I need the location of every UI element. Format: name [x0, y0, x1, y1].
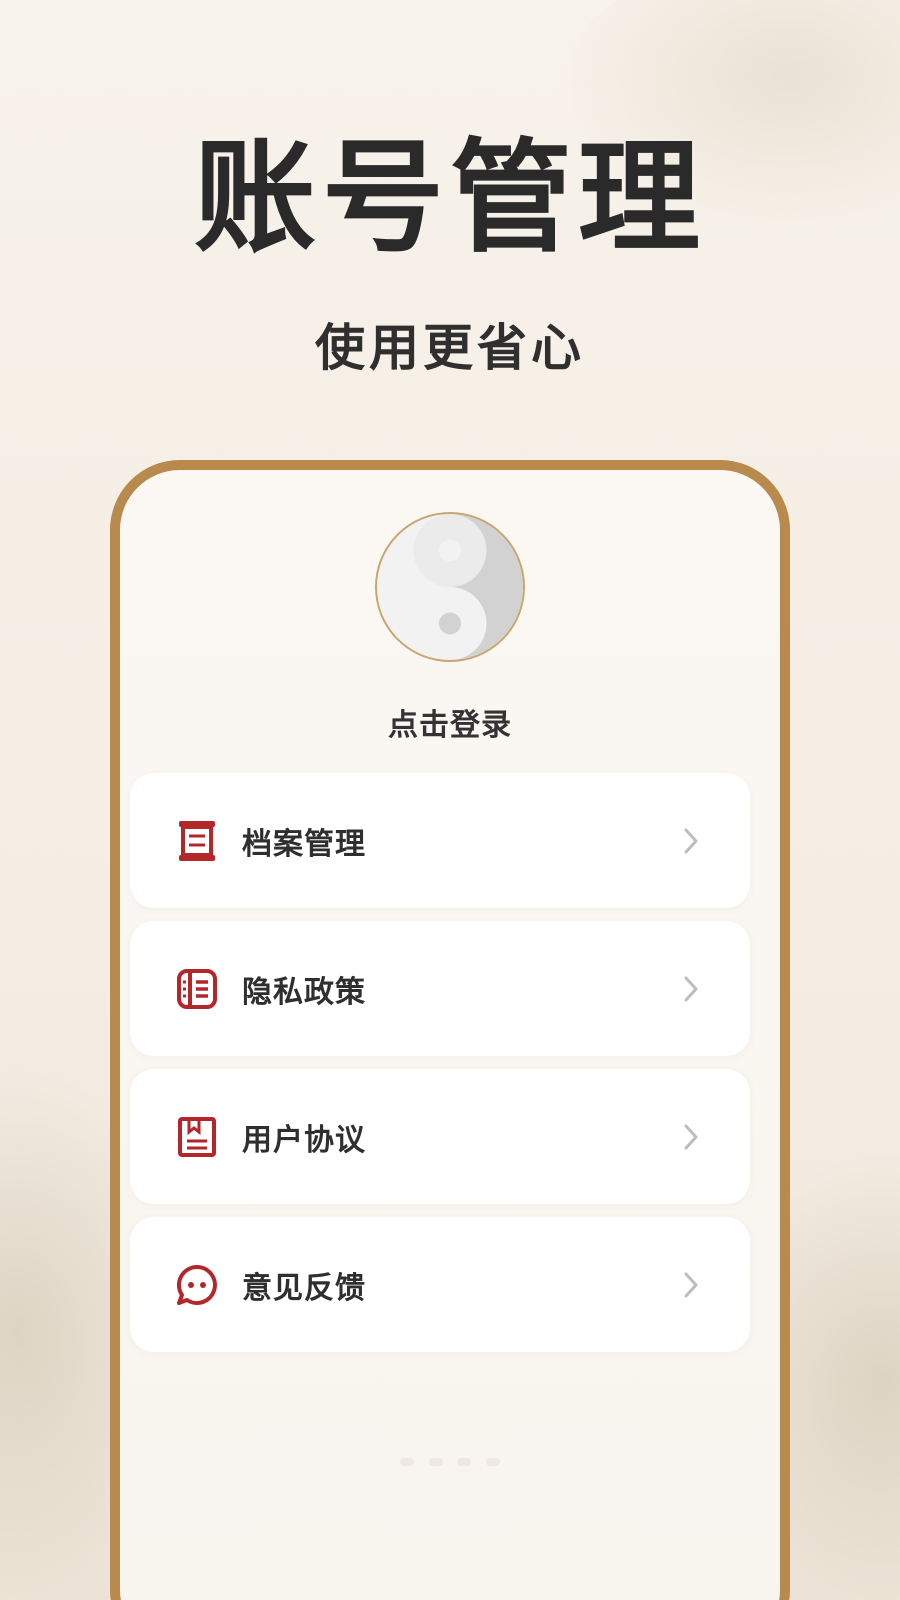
menu-item-feedback[interactable]: 意见反馈	[130, 1217, 750, 1352]
page-indicator-dots	[400, 1458, 500, 1468]
yin-yang-icon	[377, 514, 523, 660]
page-dot	[485, 1458, 500, 1466]
menu-item-user-agreement[interactable]: 用户协议	[130, 1069, 750, 1204]
chevron-right-icon	[676, 1270, 706, 1300]
menu-item-label: 隐私政策	[242, 974, 366, 1010]
menu-item-label: 意见反馈	[242, 1270, 366, 1306]
page-dot	[457, 1458, 472, 1466]
chat-bubble-icon	[174, 1262, 220, 1308]
agreement-book-icon	[174, 1114, 220, 1160]
login-label[interactable]: 点击登录	[0, 700, 900, 744]
chevron-right-icon	[676, 826, 706, 856]
hero-subtitle: 使用更省心	[315, 318, 585, 377]
hero-title: 账号管理	[194, 125, 706, 269]
avatar[interactable]	[375, 512, 525, 662]
menu-item-privacy-policy[interactable]: 隐私政策	[130, 921, 750, 1056]
chevron-right-icon	[676, 1122, 706, 1152]
scroll-icon	[174, 818, 220, 864]
menu-item-label: 用户协议	[242, 1122, 366, 1158]
list-document-icon	[174, 966, 220, 1012]
menu-item-archive-management[interactable]: 档案管理	[130, 773, 750, 908]
menu-item-label: 档案管理	[242, 826, 366, 862]
page-dot	[400, 1458, 414, 1466]
chevron-right-icon	[676, 974, 706, 1004]
page-dot	[428, 1458, 443, 1466]
